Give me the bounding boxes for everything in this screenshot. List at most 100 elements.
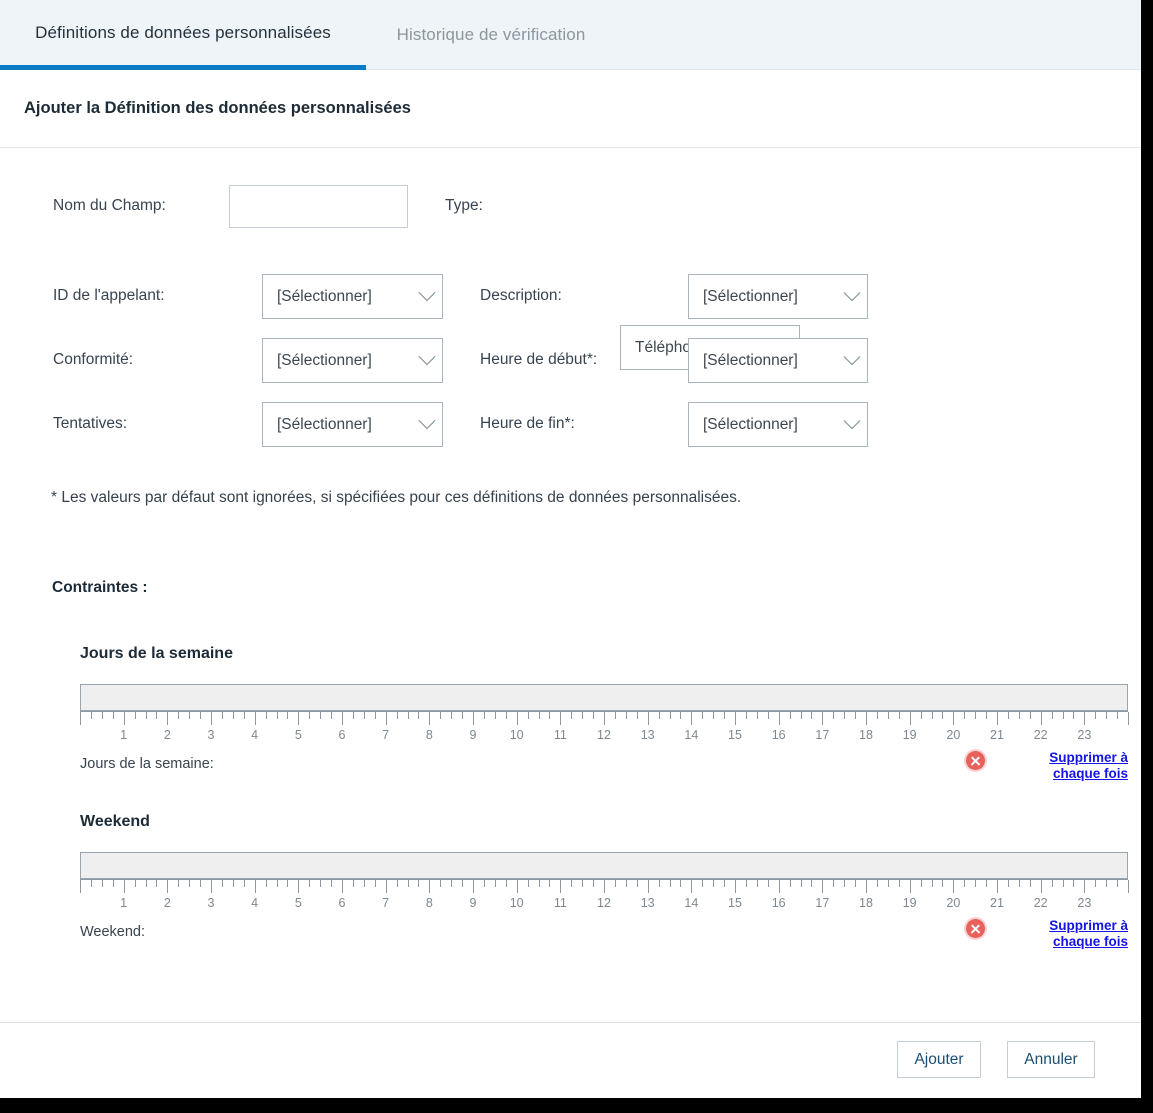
ruler-label: 14 <box>684 728 699 742</box>
end-time-dropdown[interactable]: [Sélectionner] <box>688 402 868 447</box>
ruler-label: 18 <box>859 896 873 910</box>
compliance-dropdown-value: [Sélectionner] <box>277 351 372 369</box>
tab-custom-data-definitions[interactable]: Définitions de données personnalisées <box>0 0 366 70</box>
ruler-minor-tick <box>287 880 289 887</box>
ruler-minor-tick <box>942 880 944 887</box>
ruler-major-tick <box>1084 880 1086 893</box>
ruler-minor-tick <box>538 880 540 887</box>
ruler-major-tick <box>735 712 736 725</box>
ruler-major-tick <box>211 880 212 893</box>
ruler-minor-tick <box>1095 880 1097 887</box>
ruler-major-tick <box>1084 712 1086 725</box>
ruler-minor-tick <box>724 712 726 719</box>
weekend-ruler-labels: 1 2 3 4 5 6 7 8 9 10 11 12 13 14 15 16 17 18 19 20 21 22 23 <box>80 896 1128 916</box>
ruler-major-tick <box>473 712 474 725</box>
ruler-label: 11 <box>553 896 567 910</box>
ruler-minor-tick <box>844 880 846 887</box>
window-frame-right <box>1141 0 1153 1113</box>
ruler-minor-tick <box>396 880 398 887</box>
ruler-major-tick <box>123 712 125 725</box>
tab-verification-history[interactable]: Historique de vérification <box>366 0 616 70</box>
ruler-major-tick <box>211 712 212 725</box>
ruler-label: 18 <box>859 728 873 742</box>
ruler-label: 23 <box>1077 896 1092 910</box>
ruler-major-tick <box>953 712 955 725</box>
ruler-minor-tick <box>352 712 354 719</box>
ruler-minor-tick <box>1095 712 1097 719</box>
weekend-time-slider[interactable] <box>80 852 1128 879</box>
ruler-minor-tick <box>811 880 813 887</box>
add-button[interactable]: Ajouter <box>897 1041 981 1078</box>
dialog-title: Ajouter la Définition des données person… <box>0 70 1141 148</box>
cancel-button[interactable]: Annuler <box>1007 1041 1095 1078</box>
ruler-major-tick <box>778 712 780 725</box>
ruler-minor-tick <box>505 712 507 719</box>
ruler-label: 4 <box>251 896 259 910</box>
ruler-minor-tick <box>549 880 551 887</box>
label-start-time: Heure de début*: <box>480 351 598 368</box>
start-time-dropdown[interactable]: [Sélectionner] <box>688 338 868 383</box>
ruler-major-tick <box>80 712 81 725</box>
ruler-minor-tick <box>1029 712 1031 719</box>
ruler-minor-tick <box>1051 712 1053 719</box>
ruler-minor-tick <box>1018 880 1020 887</box>
label-type: Type: <box>445 197 483 214</box>
ruler-label: 1 <box>120 896 128 910</box>
weekend-clear-each-time-link[interactable]: Supprimer à chaque fois <box>1042 918 1128 949</box>
ruler-major-tick <box>80 880 81 893</box>
ruler-minor-tick <box>101 712 103 719</box>
ruler-label: 15 <box>728 896 742 910</box>
ruler-minor-tick <box>724 880 726 887</box>
delete-circle-icon[interactable] <box>966 751 985 770</box>
label-field-name: Nom du Champ: <box>53 197 166 214</box>
ruler-minor-tick <box>1117 712 1119 719</box>
ruler-major-tick <box>123 880 125 893</box>
end-time-dropdown-value: [Sélectionner] <box>703 415 798 433</box>
constraint-weekday: Jours de la semaine 1 2 3 4 5 6 7 8 9 10 11 12 13 14 1… <box>0 645 1141 796</box>
ruler-minor-tick <box>876 712 878 719</box>
ruler-minor-tick <box>756 880 758 887</box>
ruler-minor-tick <box>200 880 202 887</box>
ruler-major-tick <box>385 880 387 893</box>
ruler-minor-tick <box>833 712 835 719</box>
ruler-minor-tick <box>756 712 758 719</box>
ruler-minor-tick <box>112 712 114 719</box>
ruler-minor-tick <box>1117 880 1119 887</box>
caller-id-dropdown[interactable]: [Sélectionner] <box>262 274 443 319</box>
ruler-major-tick <box>473 880 474 893</box>
ruler-minor-tick <box>462 880 464 887</box>
ruler-minor-tick <box>855 880 857 887</box>
ruler-label: 5 <box>294 728 302 742</box>
attempts-dropdown[interactable]: [Sélectionner] <box>262 402 443 447</box>
ruler-minor-tick <box>320 880 322 887</box>
description-dropdown[interactable]: [Sélectionner] <box>688 274 868 319</box>
field-name-input[interactable] <box>229 185 408 228</box>
ruler-label: 3 <box>207 728 215 742</box>
ruler-label: 6 <box>338 728 346 742</box>
ruler-minor-tick <box>571 880 573 887</box>
compliance-dropdown[interactable]: [Sélectionner] <box>262 338 443 383</box>
ruler-minor-tick <box>745 880 747 887</box>
chevron-down-icon <box>837 283 867 303</box>
ruler-minor-tick <box>232 712 234 719</box>
weekday-clear-each-time-link[interactable]: Supprimer à chaque fois <box>1042 750 1128 781</box>
ruler-minor-tick <box>614 880 616 887</box>
delete-circle-icon[interactable] <box>966 919 985 938</box>
ruler-minor-tick <box>614 712 616 719</box>
ruler-label: 7 <box>382 896 390 910</box>
weekday-time-slider[interactable] <box>80 684 1128 711</box>
ruler-label: 2 <box>163 896 171 910</box>
ruler-label: 22 <box>1033 728 1048 742</box>
ruler-minor-tick <box>789 712 791 719</box>
ruler-major-tick <box>1128 880 1129 893</box>
ruler-minor-tick <box>309 712 311 719</box>
ruler-minor-tick <box>374 712 376 719</box>
ruler-minor-tick <box>582 880 584 887</box>
ruler-major-tick <box>1128 712 1129 725</box>
ruler-label: 16 <box>771 896 786 910</box>
ruler-label: 9 <box>469 728 477 742</box>
weekend-ruler-ticks <box>80 879 1129 896</box>
ruler-minor-tick <box>527 880 529 887</box>
ruler-minor-tick <box>374 880 376 887</box>
ruler-minor-tick <box>418 712 420 719</box>
